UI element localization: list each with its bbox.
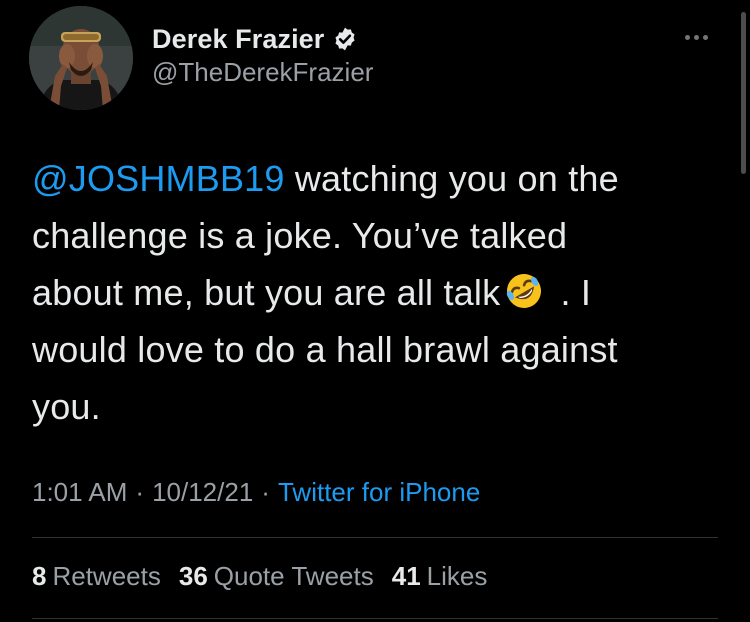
more-options-icon[interactable]: [676, 27, 716, 47]
likes-label: Likes: [426, 561, 488, 591]
author-handle[interactable]: @TheDerekFrazier: [152, 57, 373, 88]
tweet-date[interactable]: 10/12/21: [152, 477, 253, 507]
more-dot: [702, 34, 708, 40]
retweets-label: Retweets: [52, 561, 161, 591]
avatar[interactable]: [29, 6, 133, 110]
retweets-count: 8: [32, 561, 47, 591]
more-dot: [693, 34, 699, 40]
tweet-source-link[interactable]: Twitter for iPhone: [278, 477, 480, 507]
retweets-stat[interactable]: 8 Retweets: [32, 561, 161, 592]
tweet-stats: 8 Retweets 36 Quote Tweets 41 Likes: [32, 561, 487, 592]
quote-tweets-label: Quote Tweets: [213, 561, 374, 591]
author-name-row[interactable]: Derek Frazier: [152, 21, 358, 57]
likes-stat[interactable]: 41 Likes: [392, 561, 488, 592]
tweet-text-line2: challenge is a joke. You’ve talked: [32, 215, 568, 256]
meta-separator: ·: [261, 477, 270, 507]
verified-badge-icon: [332, 26, 358, 52]
rolling-on-floor-laughing-emoji-icon: [504, 271, 544, 311]
more-dot: [684, 34, 690, 40]
meta-separator: ·: [135, 477, 145, 507]
display-name[interactable]: Derek Frazier: [152, 24, 324, 55]
divider: [32, 537, 718, 538]
tweet-text: @JOSHMBB19 watching you on the challenge…: [32, 150, 712, 435]
scrollbar[interactable]: [741, 12, 746, 174]
divider: [32, 618, 718, 619]
mention-link[interactable]: @JOSHMBB19: [32, 158, 285, 199]
likes-count: 41: [391, 561, 421, 591]
tweet-time[interactable]: 1:01 AM: [32, 477, 127, 507]
tweet-text-line1: watching you on the: [284, 158, 619, 199]
tweet-text-line3-end: . I: [550, 272, 592, 313]
tweet-text-line3: about me, but you are all talk: [32, 272, 501, 313]
quote-tweets-stat[interactable]: 36 Quote Tweets: [179, 561, 374, 592]
quote-tweets-count: 36: [178, 561, 208, 591]
tweet-text-line5: you.: [32, 386, 101, 427]
tweet-text-line4: would love to do a hall brawl against: [32, 329, 618, 370]
tweet-meta: 1:01 AM · 10/12/21 · Twitter for iPhone: [32, 477, 480, 508]
